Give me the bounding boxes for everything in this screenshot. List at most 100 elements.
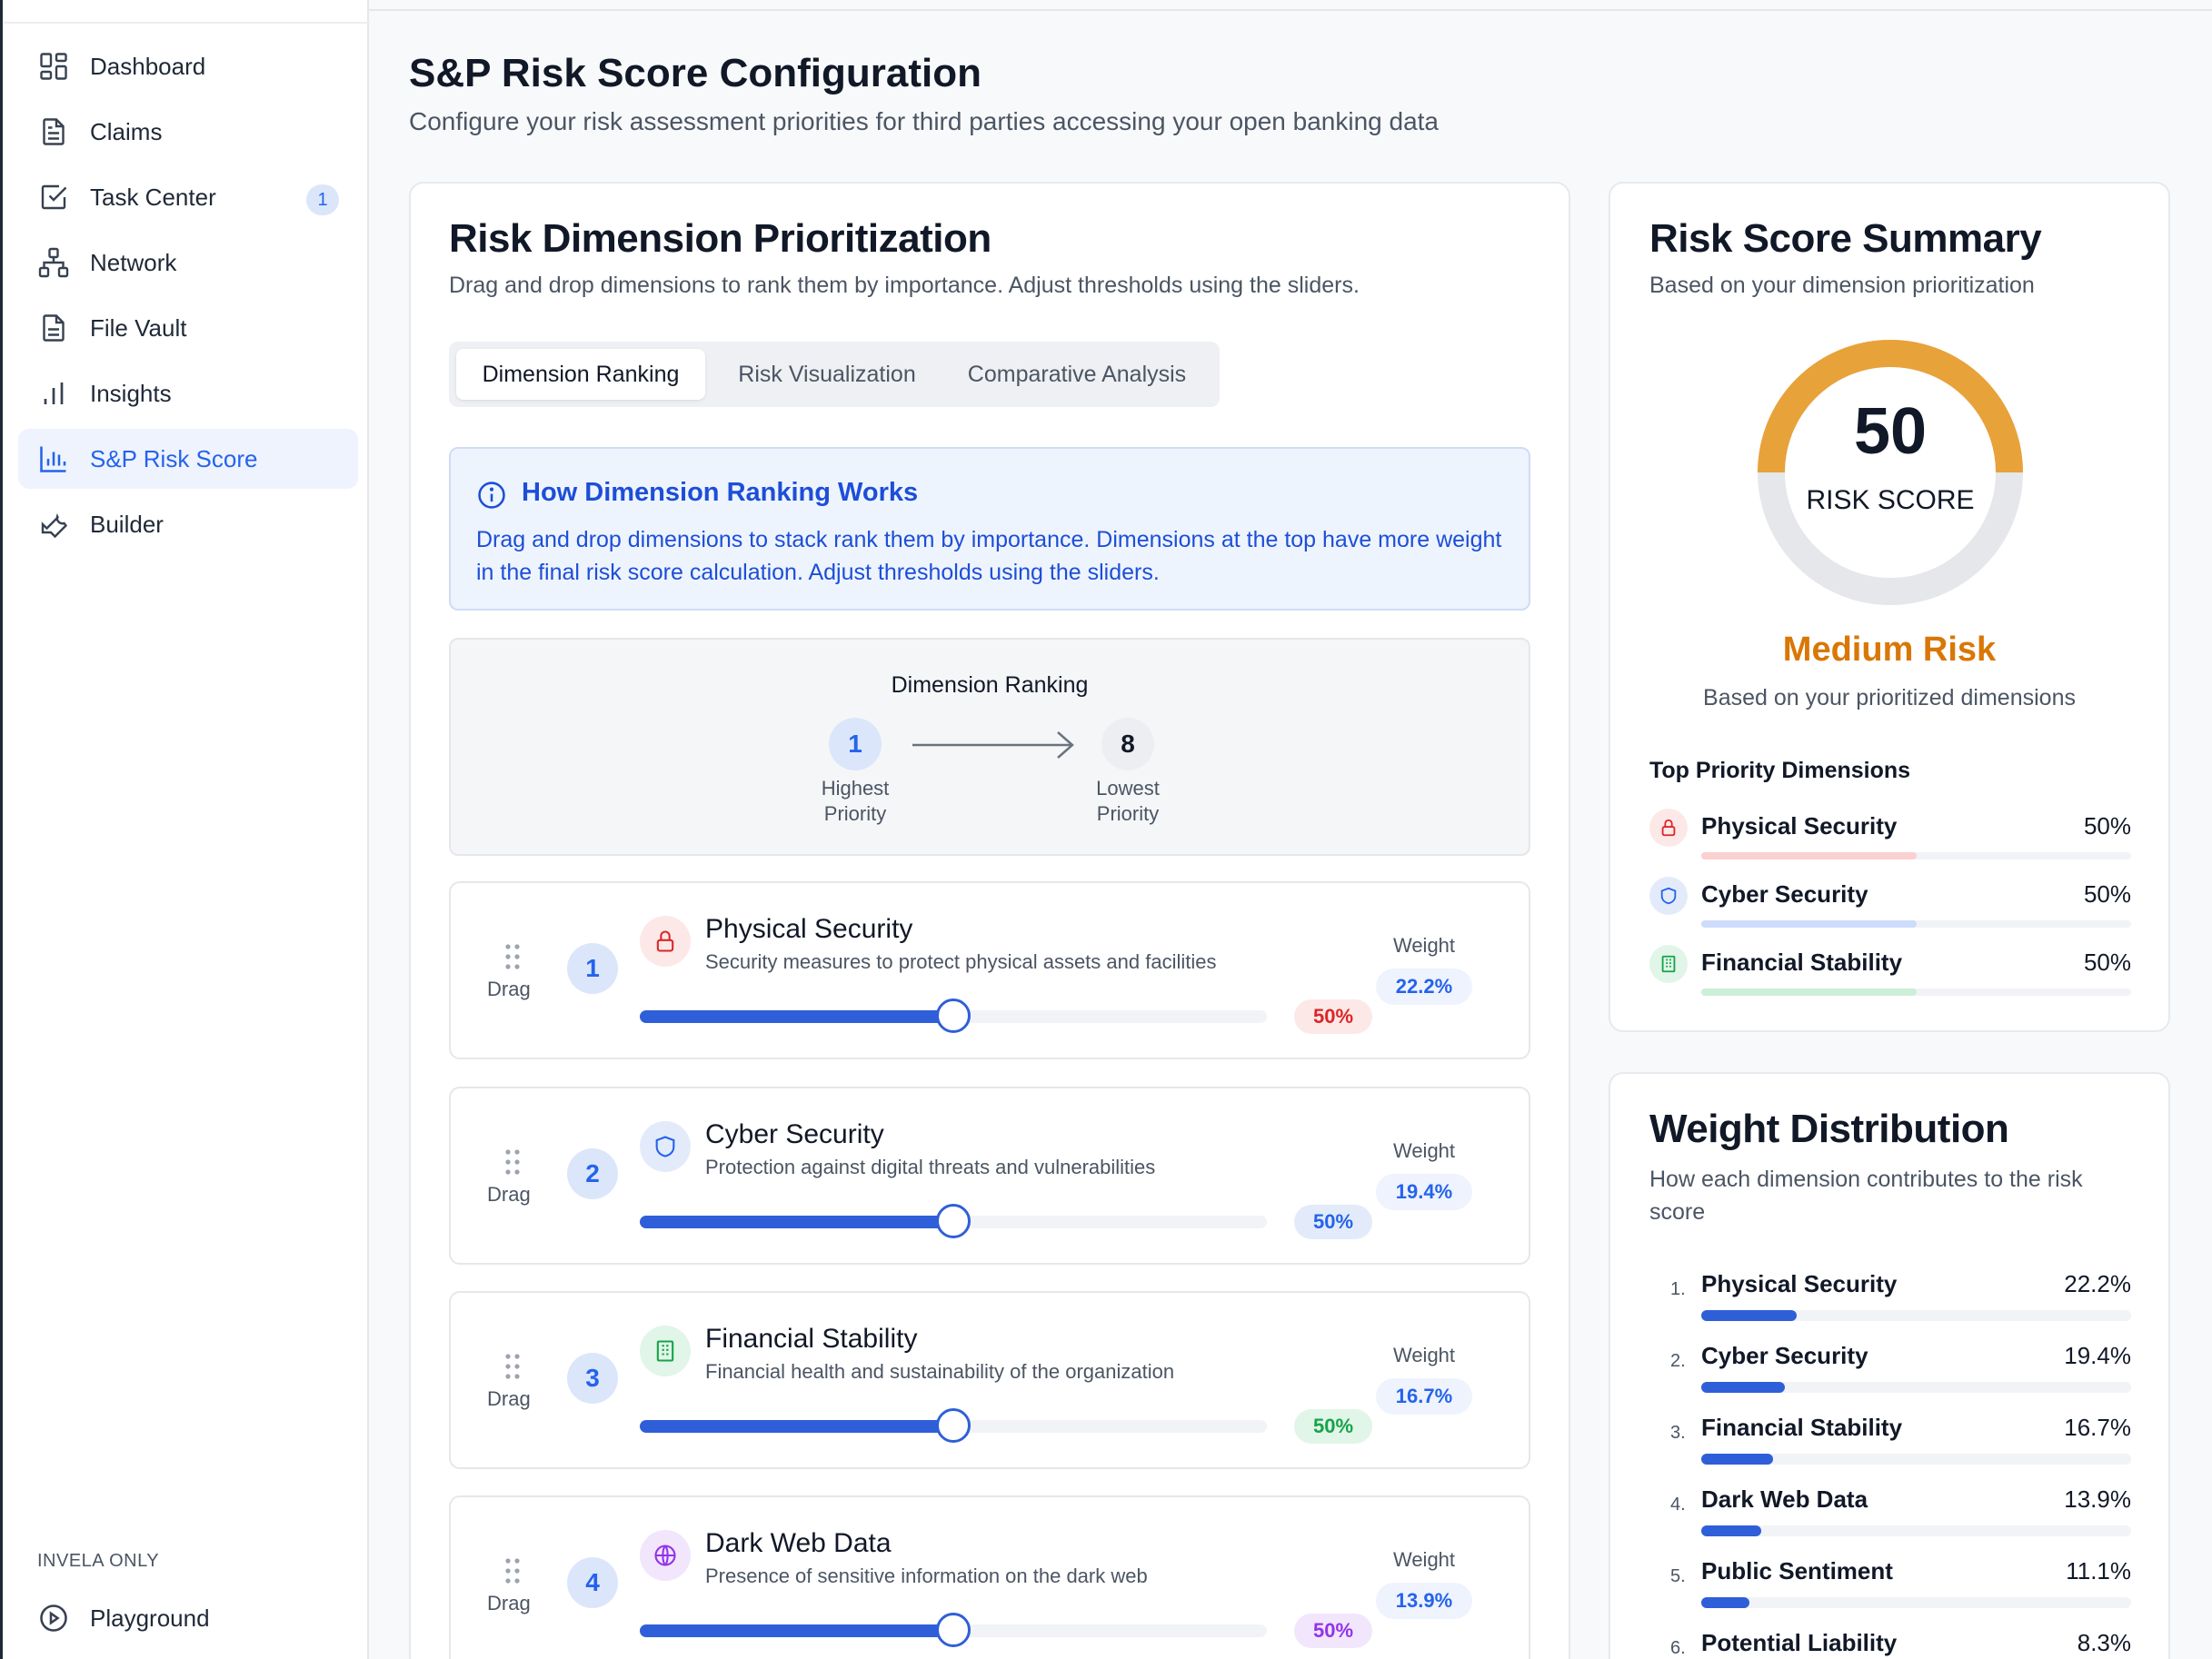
dimension-row-cyber-security[interactable]: Drag 2 Cyber Security Protection against… bbox=[449, 1087, 1530, 1265]
slider-thumb[interactable] bbox=[936, 998, 971, 1033]
rank-number: 4 bbox=[567, 1557, 618, 1608]
slider-thumb[interactable] bbox=[936, 1613, 971, 1647]
highest-priority-number: 1 bbox=[829, 718, 882, 770]
globe-icon bbox=[654, 1545, 676, 1566]
weight-bar bbox=[1701, 1454, 2131, 1465]
slider-fill bbox=[640, 1420, 953, 1433]
dimension-description: Financial health and sustainability of t… bbox=[705, 1360, 1175, 1383]
risk-score-gauge bbox=[1758, 340, 2023, 605]
lock-icon bbox=[1661, 819, 1676, 837]
weight-value: 13.9% bbox=[1376, 1583, 1472, 1619]
sidebar-item-sp-risk-score[interactable]: S&P Risk Score bbox=[18, 429, 358, 489]
tab-dimension-ranking[interactable]: Dimension Ranking bbox=[456, 349, 705, 400]
bar-chart-icon bbox=[44, 382, 64, 404]
dashboard-icon bbox=[40, 53, 67, 80]
drag-handle-icon[interactable] bbox=[503, 1148, 522, 1176]
document-icon bbox=[43, 118, 65, 145]
weight-item: 1. Physical Security 22.2% bbox=[1670, 1268, 2131, 1323]
top-priority-value: 50% bbox=[2083, 880, 2131, 908]
tab-bar: Dimension Ranking Risk Visualization Com… bbox=[449, 342, 1220, 407]
threshold-slider[interactable] bbox=[640, 998, 1267, 1033]
page-subtitle: Configure your risk assessment prioritie… bbox=[409, 107, 1440, 135]
ranking-legend-title: Dimension Ranking bbox=[891, 672, 1089, 698]
threshold-badge: 50% bbox=[1294, 999, 1372, 1034]
shield-icon bbox=[655, 1136, 675, 1157]
weight-item: 2. Cyber Security 19.4% bbox=[1670, 1340, 2131, 1395]
weight-distribution-title: Weight Distribution bbox=[1649, 1107, 2009, 1151]
slider-fill bbox=[640, 1010, 953, 1023]
weight-bar bbox=[1701, 1597, 2131, 1608]
dimension-row-dark-web-data[interactable]: Drag 4 Dark Web Data Presence of sensiti… bbox=[449, 1495, 1530, 1659]
wrench-icon bbox=[41, 512, 68, 539]
top-priority-item: Physical Security 50% bbox=[1649, 809, 2131, 863]
weight-percent: 8.3% bbox=[2077, 1629, 2131, 1656]
sidebar-item-builder[interactable]: Builder bbox=[18, 494, 358, 554]
top-priority-icon-badge bbox=[1649, 877, 1688, 915]
dimension-icon-badge bbox=[640, 1326, 691, 1376]
sidebar-item-label: Playground bbox=[90, 1604, 210, 1632]
top-priority-value: 50% bbox=[2083, 812, 2131, 839]
threshold-badge: 50% bbox=[1294, 1205, 1372, 1239]
top-priority-name: Financial Stability bbox=[1701, 949, 1903, 976]
top-priority-value: 50% bbox=[2083, 949, 2131, 976]
bar-chart-icon bbox=[40, 446, 66, 472]
sidebar-item-label: File Vault bbox=[90, 313, 187, 342]
threshold-badge: 50% bbox=[1294, 1614, 1372, 1648]
threshold-slider[interactable] bbox=[640, 1613, 1267, 1647]
highest-priority-label: Highest Priority bbox=[796, 776, 914, 827]
top-priority-icon-badge bbox=[1649, 809, 1688, 847]
slider-thumb[interactable] bbox=[936, 1408, 971, 1443]
weight-label: Weight bbox=[1392, 1344, 1456, 1366]
tab-comparative-analysis[interactable]: Comparative Analysis bbox=[945, 349, 1209, 400]
drag-handle-icon[interactable] bbox=[503, 943, 522, 970]
sidebar: Dashboard Claims Task Center 1 Network F… bbox=[0, 0, 370, 1659]
sidebar-item-task-center[interactable]: Task Center 1 bbox=[18, 167, 358, 227]
weight-index: 4. bbox=[1670, 1495, 1686, 1515]
weight-name: Financial Stability bbox=[1701, 1414, 1903, 1441]
top-priority-item: Financial Stability 50% bbox=[1649, 945, 2131, 999]
sidebar-item-insights[interactable]: Insights bbox=[18, 363, 358, 423]
play-icon bbox=[40, 1604, 67, 1632]
sidebar-item-network[interactable]: Network bbox=[18, 233, 358, 293]
tab-risk-visualization[interactable]: Risk Visualization bbox=[712, 349, 942, 400]
sidebar-item-playground[interactable]: Playground bbox=[18, 1588, 358, 1648]
weight-name: Potential Liability bbox=[1701, 1629, 1898, 1656]
dimension-name: Physical Security bbox=[705, 914, 913, 944]
top-priority-heading: Top Priority Dimensions bbox=[1649, 758, 1911, 783]
sidebar-item-dashboard[interactable]: Dashboard bbox=[18, 36, 358, 96]
weight-value: 16.7% bbox=[1376, 1378, 1472, 1415]
weight-index: 6. bbox=[1670, 1638, 1686, 1658]
weight-bar bbox=[1701, 1382, 2131, 1393]
sidebar-item-file-vault[interactable]: File Vault bbox=[18, 298, 358, 358]
info-title: How Dimension Ranking Works bbox=[522, 478, 919, 507]
info-box: How Dimension Ranking Works Drag and dro… bbox=[449, 447, 1530, 611]
dimension-row-physical-security[interactable]: Drag 1 Physical Security Security measur… bbox=[449, 881, 1530, 1059]
ranking-legend: Dimension Ranking 1 Highest Priority 8 Lo… bbox=[449, 638, 1530, 856]
weight-distribution-subtitle: How each dimension contributes to the ri… bbox=[1649, 1167, 2083, 1225]
dimension-row-financial-stability[interactable]: Drag 3 Financial Stability Financial hea… bbox=[449, 1291, 1530, 1469]
drag-label: Drag bbox=[487, 1183, 531, 1206]
rank-number: 2 bbox=[567, 1148, 618, 1199]
risk-summary-subtitle: Based on your dimension prioritization bbox=[1649, 273, 2035, 298]
slider-fill bbox=[640, 1216, 953, 1228]
sidebar-divider bbox=[3, 22, 370, 24]
dimension-name: Financial Stability bbox=[705, 1324, 918, 1354]
drag-handle-icon[interactable] bbox=[503, 1557, 522, 1584]
slider-thumb[interactable] bbox=[936, 1204, 971, 1238]
sidebar-item-label: Dashboard bbox=[90, 52, 206, 80]
dimension-description: Security measures to protect physical as… bbox=[705, 950, 1217, 973]
threshold-slider[interactable] bbox=[640, 1204, 1267, 1238]
arrow-right-icon bbox=[912, 731, 1074, 759]
risk-level-subtitle: Based on your prioritized dimensions bbox=[1703, 685, 2076, 710]
top-priority-bar bbox=[1701, 920, 2131, 928]
sidebar-item-claims[interactable]: Claims bbox=[18, 102, 358, 162]
dimension-name: Dark Web Data bbox=[705, 1528, 892, 1558]
weight-index: 3. bbox=[1670, 1423, 1686, 1443]
threshold-slider[interactable] bbox=[640, 1408, 1267, 1443]
weight-label: Weight bbox=[1392, 934, 1456, 957]
top-priority-bar-fill bbox=[1701, 920, 1917, 928]
weight-bar-fill bbox=[1701, 1382, 1785, 1393]
weight-bar-fill bbox=[1701, 1525, 1761, 1536]
weight-percent: 22.2% bbox=[2064, 1270, 2131, 1297]
drag-handle-icon[interactable] bbox=[503, 1353, 522, 1380]
